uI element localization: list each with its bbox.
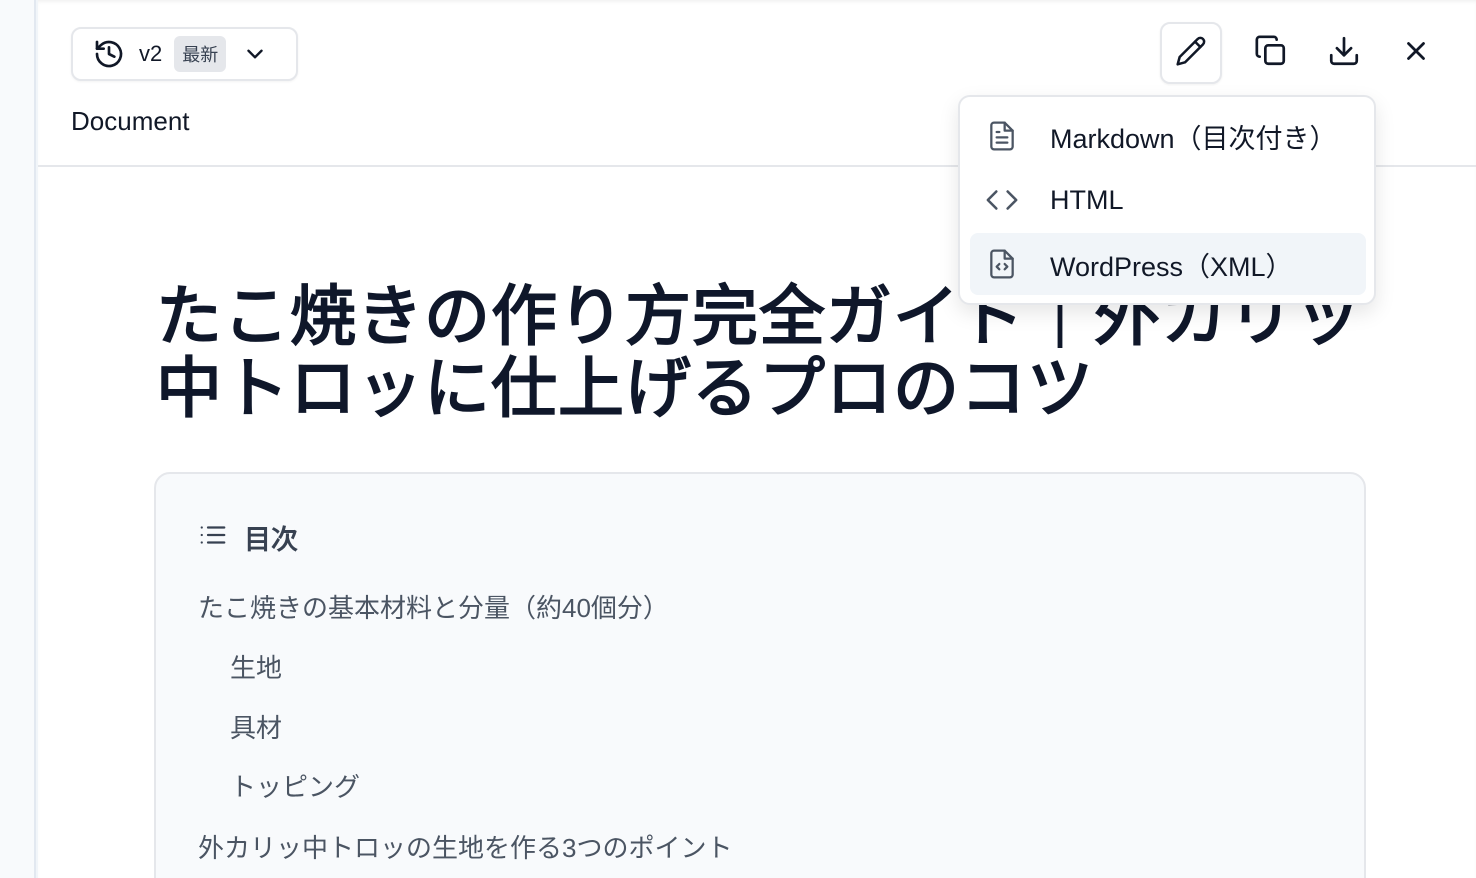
download-icon (1327, 34, 1361, 73)
toc-title: 目次 (244, 525, 298, 555)
latest-badge: 最新 (174, 36, 227, 72)
menu-item-label: HTML (1050, 184, 1124, 215)
toc-item[interactable]: 生地 (230, 648, 282, 685)
version-selector[interactable]: v2 最新 (71, 27, 298, 81)
code-icon (970, 183, 1034, 217)
download-menu: Markdown（目次付き） HTML WordPress（XML） (958, 95, 1376, 305)
toc-header: 目次 (198, 518, 298, 557)
pencil-icon (1175, 35, 1207, 72)
toc-item[interactable]: 具材 (230, 708, 282, 745)
copy-button[interactable] (1240, 22, 1302, 84)
file-text-icon (970, 120, 1034, 152)
toc-item[interactable]: トッピング (230, 767, 360, 804)
close-button[interactable] (1385, 22, 1447, 84)
edit-button[interactable] (1160, 22, 1222, 84)
copy-icon (1254, 34, 1288, 73)
list-icon (198, 520, 228, 555)
menu-item-label: Markdown（目次付き） (1050, 123, 1337, 154)
chevron-down-icon (242, 41, 268, 67)
menu-item-html[interactable]: HTML (970, 169, 1366, 231)
close-icon (1401, 36, 1431, 71)
toc-item[interactable]: 外カリッ中トロッの生地を作る3つのポイント (198, 828, 732, 865)
file-code-icon (970, 248, 1034, 280)
sidebar-edge (0, 0, 36, 878)
version-label: v2 (139, 41, 163, 66)
document-panel: v2 最新 Document たこ焼きの作り方完全ガイド｜外カリッ中トロッに仕上… (38, 0, 1476, 878)
toc-item[interactable]: たこ焼きの基本材料と分量（約40個分） (198, 588, 669, 625)
history-icon (93, 38, 125, 70)
download-button[interactable] (1313, 22, 1375, 84)
menu-item-label: WordPress（XML） (1050, 251, 1293, 282)
table-of-contents: 目次 たこ焼きの基本材料と分量（約40個分） 生地 具材 トッピング 外カリッ中… (154, 472, 1366, 878)
document-label: Document (71, 106, 190, 136)
menu-item-markdown[interactable]: Markdown（目次付き） (970, 105, 1366, 167)
menu-item-wordpress[interactable]: WordPress（XML） (970, 233, 1366, 295)
